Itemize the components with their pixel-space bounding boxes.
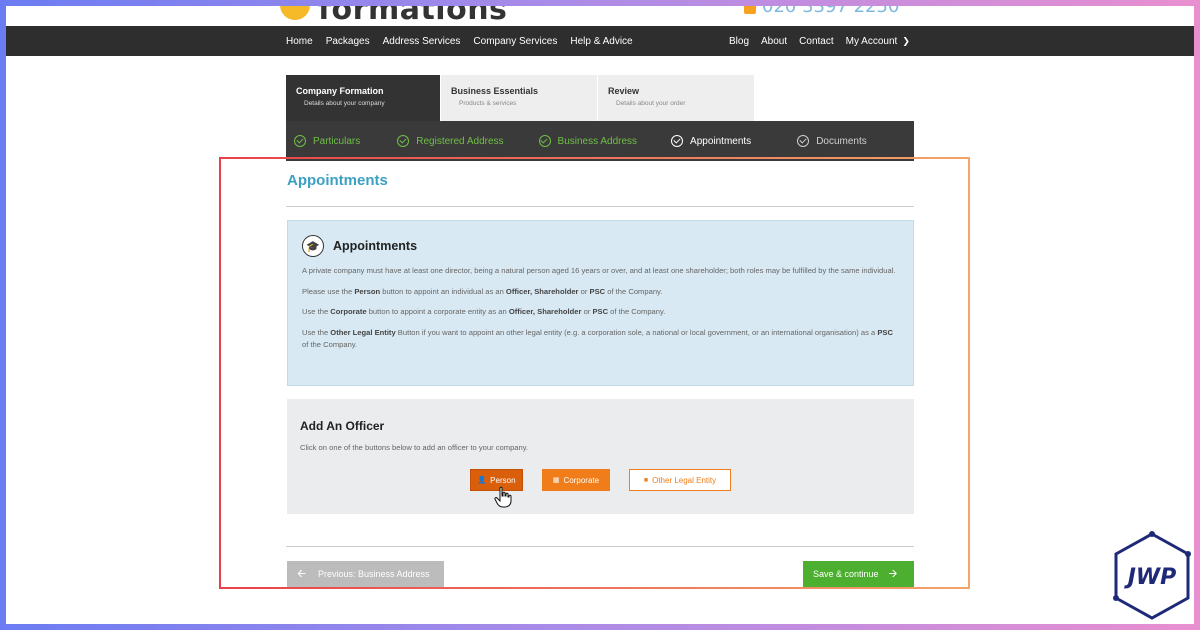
check-circle-icon (797, 135, 810, 147)
step-appointments[interactable]: Appointments (671, 135, 751, 147)
tab-title: Review (608, 86, 640, 96)
chevron-down-icon: ❯ (902, 35, 910, 46)
step-documents[interactable]: Documents (797, 135, 867, 147)
progress-steps: Particulars Registered Address Business … (286, 121, 914, 161)
tab-review[interactable]: Review Details about your order (598, 75, 755, 121)
nav-address-services[interactable]: Address Services (383, 36, 461, 47)
badge-text: JWP (1124, 565, 1177, 590)
check-circle-icon (671, 135, 684, 147)
phone-icon (744, 6, 756, 14)
tab-subtitle: Details about your company (304, 100, 385, 107)
nav-about[interactable]: About (761, 36, 787, 47)
tab-business-essentials[interactable]: Business Essentials Products & services (441, 75, 598, 121)
nav-packages[interactable]: Packages (326, 36, 370, 47)
check-circle-icon (538, 135, 551, 147)
nav-company-services[interactable]: Company Services (473, 36, 557, 47)
check-circle-icon (294, 135, 306, 147)
nav-contact[interactable]: Contact (799, 36, 833, 47)
step-registered-address[interactable]: Registered Address (397, 135, 504, 147)
logo-text[interactable]: formations (318, 6, 507, 26)
step-label: Registered Address (416, 135, 504, 147)
tab-subtitle: Details about your order (616, 100, 686, 107)
tab-subtitle: Products & services (459, 100, 517, 107)
check-circle-icon (397, 135, 410, 147)
logo-icon[interactable] (280, 6, 310, 20)
step-label: Business Address (557, 135, 638, 147)
site-header: formations 020 3397 2250 (6, 6, 1194, 26)
formation-tabs: Company Formation Details about your com… (286, 75, 755, 121)
tab-company-formation[interactable]: Company Formation Details about your com… (286, 75, 441, 121)
step-label: Documents (816, 135, 867, 147)
step-label: Appointments (690, 135, 752, 147)
nav-help-advice[interactable]: Help & Advice (570, 36, 632, 47)
phone-number[interactable]: 020 3397 2250 (762, 6, 899, 17)
jwp-badge-logo: JWP (1113, 531, 1191, 620)
step-label: Particulars (313, 135, 361, 147)
my-account-label: My Account (845, 35, 898, 47)
tab-title: Business Essentials (451, 86, 539, 96)
tab-title: Company Formation (296, 86, 384, 96)
nav-my-account[interactable]: My Account ❯ (846, 36, 910, 47)
nav-home[interactable]: Home (286, 36, 313, 47)
main-nav: Home Packages Address Services Company S… (6, 26, 1194, 56)
highlight-frame (219, 157, 970, 589)
nav-blog[interactable]: Blog (729, 36, 749, 47)
step-business-address[interactable]: Business Address (538, 135, 638, 147)
step-particulars[interactable]: Particulars (294, 135, 360, 147)
